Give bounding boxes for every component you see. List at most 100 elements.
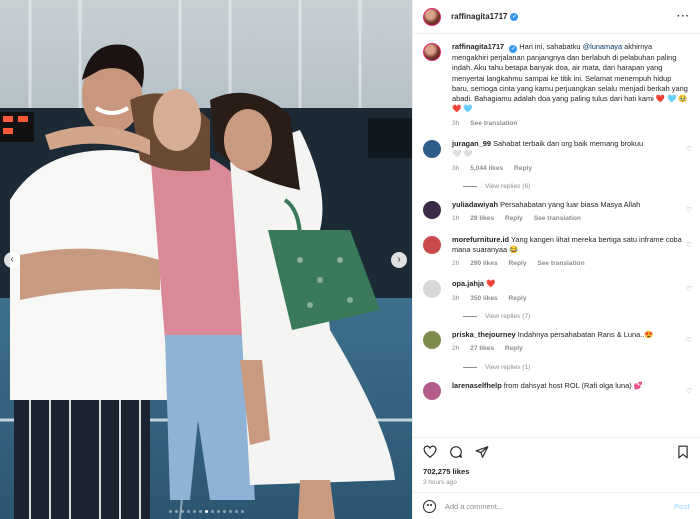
comment-text: ❤️ (486, 279, 496, 289)
comment-text: from dahsyat host ROL (Rafi olga luna) 💕 (503, 380, 643, 390)
post-details-panel: raffinagita1717 ✓ ··· raffinagita1717 ✓ … (412, 0, 700, 519)
comment-like-heart-icon[interactable]: ♡ (686, 285, 692, 293)
post-actions (413, 437, 700, 465)
carousel-dot (204, 510, 208, 513)
post-header: raffinagita1717 ✓ ··· (413, 0, 700, 34)
comment-like-heart-icon[interactable]: ♡ (686, 145, 692, 153)
commenter-username[interactable]: juragan_99 (452, 139, 491, 148)
view-replies-button[interactable]: View replies (6) (463, 183, 690, 190)
comment-text: Persahabatan yang luar biasa Masya Allah (500, 199, 641, 209)
comment-like-heart-icon[interactable]: ♡ (686, 387, 692, 395)
comment-text: Sahabat terbaik dan org baik memang brok… (493, 139, 644, 149)
caption-meta: 3h See translation (452, 119, 690, 129)
comment-time: 1h (452, 215, 460, 223)
instagram-post-modal: ‹ › raffinagita1717 ✓ ··· raffinagita171… (0, 0, 700, 519)
commenter-avatar[interactable] (423, 381, 441, 400)
caption-mention-link[interactable]: @lunamaya (583, 42, 623, 51)
more-horizontal-icon[interactable]: ··· (677, 11, 690, 22)
comment-meta: 2h 27 likes Reply (452, 344, 690, 354)
emoji-icon[interactable] (423, 499, 436, 513)
add-comment-bar: Post (413, 492, 700, 519)
post-comment-button[interactable]: Post (674, 502, 690, 511)
commenter-username[interactable]: yuliadawiyah (452, 200, 498, 209)
comments-list: raffinagita1717 ✓ Hari ini, sahabatku @l… (413, 34, 700, 437)
comment-likes[interactable]: 27 likes (470, 345, 494, 352)
commenter-avatar[interactable] (423, 140, 441, 159)
comment-threads: juragan_99 Sahabat terbaik dan org baik … (423, 139, 692, 400)
comment-item: morefurniture.id Yang kangen lihat merek… (423, 235, 692, 270)
view-replies-button[interactable]: View replies (1) (463, 364, 690, 371)
verified-icon: ✓ (509, 45, 518, 53)
comment-icon[interactable] (449, 445, 463, 459)
carousel-dot (174, 510, 178, 513)
carousel-dots (0, 510, 412, 513)
carousel-dot (180, 510, 184, 513)
heart-icon[interactable] (423, 445, 437, 459)
commenter-username[interactable]: priska_thejourney (452, 330, 516, 339)
share-icon[interactable] (475, 445, 489, 459)
caption-text-end: akhirnya mengakhiri perjalanan panjangny… (452, 42, 688, 114)
comment-input[interactable] (445, 501, 674, 511)
carousel-dot (228, 510, 232, 513)
comment-time: 3h (452, 164, 460, 172)
caption-time: 3h (452, 119, 460, 127)
view-replies-button[interactable]: View replies (7) (463, 313, 690, 320)
caption-text-start: Hari ini, sahabatku (519, 42, 583, 51)
author-avatar[interactable] (423, 7, 441, 26)
commenter-username[interactable]: morefurniture.id (452, 235, 509, 244)
see-translation-link[interactable]: See translation (470, 120, 517, 127)
comment-like-heart-icon[interactable]: ♡ (686, 336, 692, 344)
comment-likes[interactable]: 290 likes (470, 260, 498, 267)
see-translation-link[interactable]: See translation (537, 260, 584, 267)
post-photo[interactable]: ‹ › (0, 0, 412, 519)
comment-item: yuliadawiyah Persahabatan yang luar bias… (423, 199, 692, 225)
comment-meta: 3h 350 likes Reply (452, 294, 690, 304)
commenter-avatar[interactable] (423, 200, 441, 219)
chevron-left-icon[interactable]: ‹ (4, 252, 20, 268)
carousel-dot (216, 510, 220, 513)
commenter-avatar[interactable] (423, 280, 441, 299)
comment-time: 2h (452, 260, 460, 268)
comment-likes[interactable]: 29 likes (470, 215, 494, 222)
carousel-dot (234, 510, 238, 513)
carousel-dot (168, 510, 172, 513)
commenter-username[interactable]: opa.jahja (452, 279, 484, 288)
carousel-dot (222, 510, 226, 513)
reply-button[interactable]: Reply (505, 345, 523, 352)
comment-likes[interactable]: 5,044 likes (470, 165, 503, 172)
reply-button[interactable]: Reply (509, 295, 527, 302)
comment-like-heart-icon[interactable]: ♡ (686, 206, 692, 214)
comment-likes[interactable]: 350 likes (470, 295, 498, 302)
photo-scene (0, 0, 412, 519)
caption-username[interactable]: raffinagita1717 (452, 42, 504, 51)
bookmark-icon[interactable] (676, 445, 690, 459)
verified-icon: ✓ (510, 12, 519, 21)
reply-button[interactable]: Reply (509, 260, 527, 267)
likes-count[interactable]: 702,275 likes (413, 465, 700, 476)
carousel-dot (198, 510, 202, 513)
chevron-right-icon[interactable]: › (391, 252, 407, 268)
see-translation-link[interactable]: See translation (534, 215, 581, 222)
carousel-dot (192, 510, 196, 513)
comment-like-heart-icon[interactable]: ♡ (686, 241, 692, 249)
comment-text: Indahnya persahabatan Rans & Luna..😍 (517, 330, 654, 340)
comment-meta: 1h 29 likes Reply See translation (452, 214, 690, 224)
post-time: 3 hours ago (423, 479, 457, 486)
commenter-username[interactable]: larenaselfhelp (452, 381, 502, 390)
comment-meta: 2h 290 likes Reply See translation (452, 259, 690, 269)
carousel-dot (210, 510, 214, 513)
comment-item: priska_thejourney Indahnya persahabatan … (423, 330, 692, 355)
carousel-dot (240, 510, 244, 513)
reply-button[interactable]: Reply (514, 165, 532, 172)
comment-item: opa.jahja ❤️ 3h 350 likes Reply ♡ (423, 279, 692, 304)
comment-time: 3h (452, 294, 460, 302)
comment-extra: 🤍 🤍 (452, 149, 473, 159)
caption-avatar[interactable] (423, 43, 441, 61)
author-username[interactable]: raffinagita1717 (451, 12, 507, 21)
carousel-dot (186, 510, 190, 513)
comment-item: larenaselfhelp from dahsyat host ROL (Ra… (423, 380, 692, 400)
commenter-avatar[interactable] (423, 331, 441, 350)
reply-button[interactable]: Reply (505, 215, 523, 222)
comment-meta: 3h 5,044 likes Reply (452, 164, 690, 174)
commenter-avatar[interactable] (423, 235, 441, 254)
